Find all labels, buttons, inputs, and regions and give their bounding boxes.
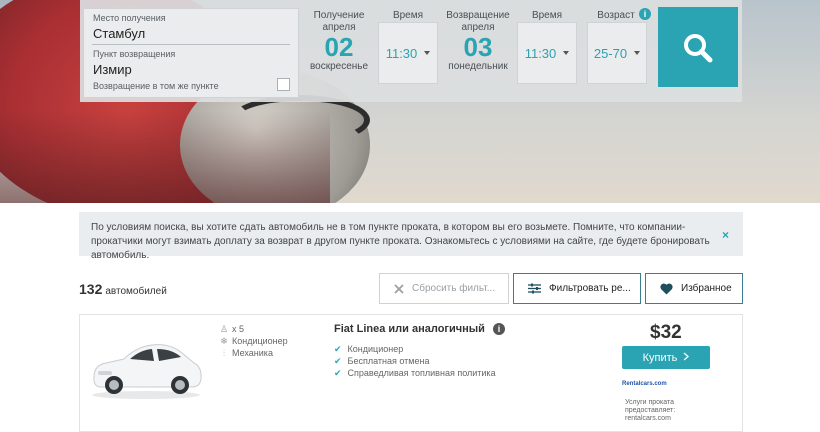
provider-text: Услуги проката предоставляет: rentalcars… [625, 399, 705, 423]
person-icon: ♙ [219, 324, 229, 334]
filter-results-label: Фильтровать ре... [549, 283, 631, 294]
return-time-value: 11:30 [524, 45, 557, 61]
car-name-text: Fiat Linea или аналогичный [334, 323, 485, 335]
spec-seats: ♙ x 5 [218, 323, 288, 335]
info-icon[interactable]: i [492, 323, 505, 335]
car-result-card: ♙ x 5 ❄ Кондиционер ⫶ Механика Fiat Linea и… [79, 314, 743, 432]
return-location-input[interactable]: Измир [93, 62, 132, 77]
spec-ac: ❄ Кондиционер [218, 335, 288, 347]
feature-text: Бесплатная отмена [347, 356, 430, 366]
feature-text: Справедливая топливная политика [347, 368, 496, 378]
feature-item: ✔ Кондиционер [334, 343, 504, 355]
spec-seats-value: x 5 [232, 324, 245, 334]
spec-transmission: ⫶ Механика [218, 347, 288, 359]
provider-line: Услуги проката [625, 399, 675, 406]
provider-line: rentalcars.com [625, 415, 671, 422]
feature-item: ✔ Справедливая топливная политика [334, 367, 504, 379]
sliders-icon [528, 283, 541, 294]
notice-text: По условиям поиска, вы хотите сдать авто… [91, 222, 710, 261]
check-icon: ✔ [334, 356, 342, 366]
hero-shade [0, 110, 330, 203]
age-heading: Возраст [597, 10, 635, 21]
car-price: $32 [650, 322, 682, 343]
buy-button[interactable]: Купить [622, 346, 710, 369]
buy-label: Купить [642, 351, 678, 364]
return-location-notice: По условиям поиска, вы хотите сдать авто… [79, 212, 743, 261]
chevron-down-icon [634, 51, 641, 55]
info-icon[interactable]: i [639, 8, 651, 20]
feature-item: ✔ Бесплатная отмена [334, 355, 504, 367]
pickup-day: 02 [324, 32, 354, 62]
results-count-label: автомобилей [105, 286, 167, 297]
check-icon: ✔ [334, 344, 342, 354]
age-value: 25-70 [593, 45, 628, 61]
favorites-label: Избранное [681, 283, 732, 294]
filter-results-button[interactable]: Фильтровать ре... [513, 273, 641, 304]
car-name: Fiat Linea или аналогичный i [334, 323, 505, 335]
location-box: Место получения Стамбул Пункт возвращени… [83, 8, 299, 98]
reset-filters-label: Сбросить фильт... [412, 283, 496, 294]
search-button[interactable] [658, 7, 738, 87]
return-date-heading: Возвращение [446, 10, 510, 21]
return-weekday: понедельник [448, 61, 508, 72]
car-features: ✔ Кондиционер ✔ Бесплатная отмена ✔ Справед… [334, 343, 504, 379]
car-image[interactable] [88, 329, 204, 406]
close-icon [394, 283, 404, 294]
chevron-down-icon [563, 51, 570, 55]
provider-logo: Rentalcars.com [622, 381, 667, 387]
pickup-weekday: воскресенье [309, 61, 369, 72]
return-time-select[interactable]: 11:30 [517, 22, 577, 84]
car-specs: ♙ x 5 ❄ Кондиционер ⫶ Механика [218, 323, 288, 359]
same-return-label: Возвращение в том же пункте [93, 81, 219, 91]
age-select[interactable]: 25-70 [587, 22, 647, 84]
spec-transmission-value: Механика [232, 348, 273, 358]
search-form: Место получения Стамбул Пункт возвращени… [80, 0, 742, 102]
snowflake-icon: ❄ [220, 336, 228, 346]
magnifier-icon [684, 34, 713, 63]
favorites-button[interactable]: Избранное [645, 273, 743, 304]
pickup-location-input[interactable]: Стамбул [93, 26, 145, 41]
pickup-date[interactable]: апреля 02 воскресенье [304, 22, 374, 72]
results-count: 132 автомобилей [79, 281, 167, 297]
results-count-number: 132 [79, 281, 103, 297]
location-divider [92, 44, 290, 45]
return-time-heading: Время [531, 10, 563, 21]
heart-icon [660, 283, 673, 295]
chevron-right-icon [683, 352, 690, 364]
chevron-down-icon [424, 51, 431, 55]
provider-line: предоставляет: [625, 407, 676, 414]
pickup-time-select[interactable]: 11:30 [378, 22, 438, 84]
close-icon[interactable]: × [722, 228, 729, 242]
pickup-time-value: 11:30 [385, 45, 418, 61]
pickup-location-label: Место получения [93, 13, 166, 23]
spec-ac-value: Кондиционер [232, 336, 288, 346]
check-icon: ✔ [334, 368, 342, 378]
same-return-checkbox[interactable] [277, 78, 290, 91]
reset-filters-button[interactable]: Сбросить фильт... [379, 273, 509, 304]
return-location-label: Пункт возвращения [93, 49, 176, 59]
gearbox-icon: ⫶ [222, 348, 226, 358]
feature-text: Кондиционер [347, 344, 404, 354]
pickup-time-heading: Время [392, 10, 424, 21]
pickup-date-heading: Получение [313, 10, 365, 21]
return-day: 03 [463, 32, 493, 62]
return-date[interactable]: апреля 03 понедельник [444, 22, 512, 72]
